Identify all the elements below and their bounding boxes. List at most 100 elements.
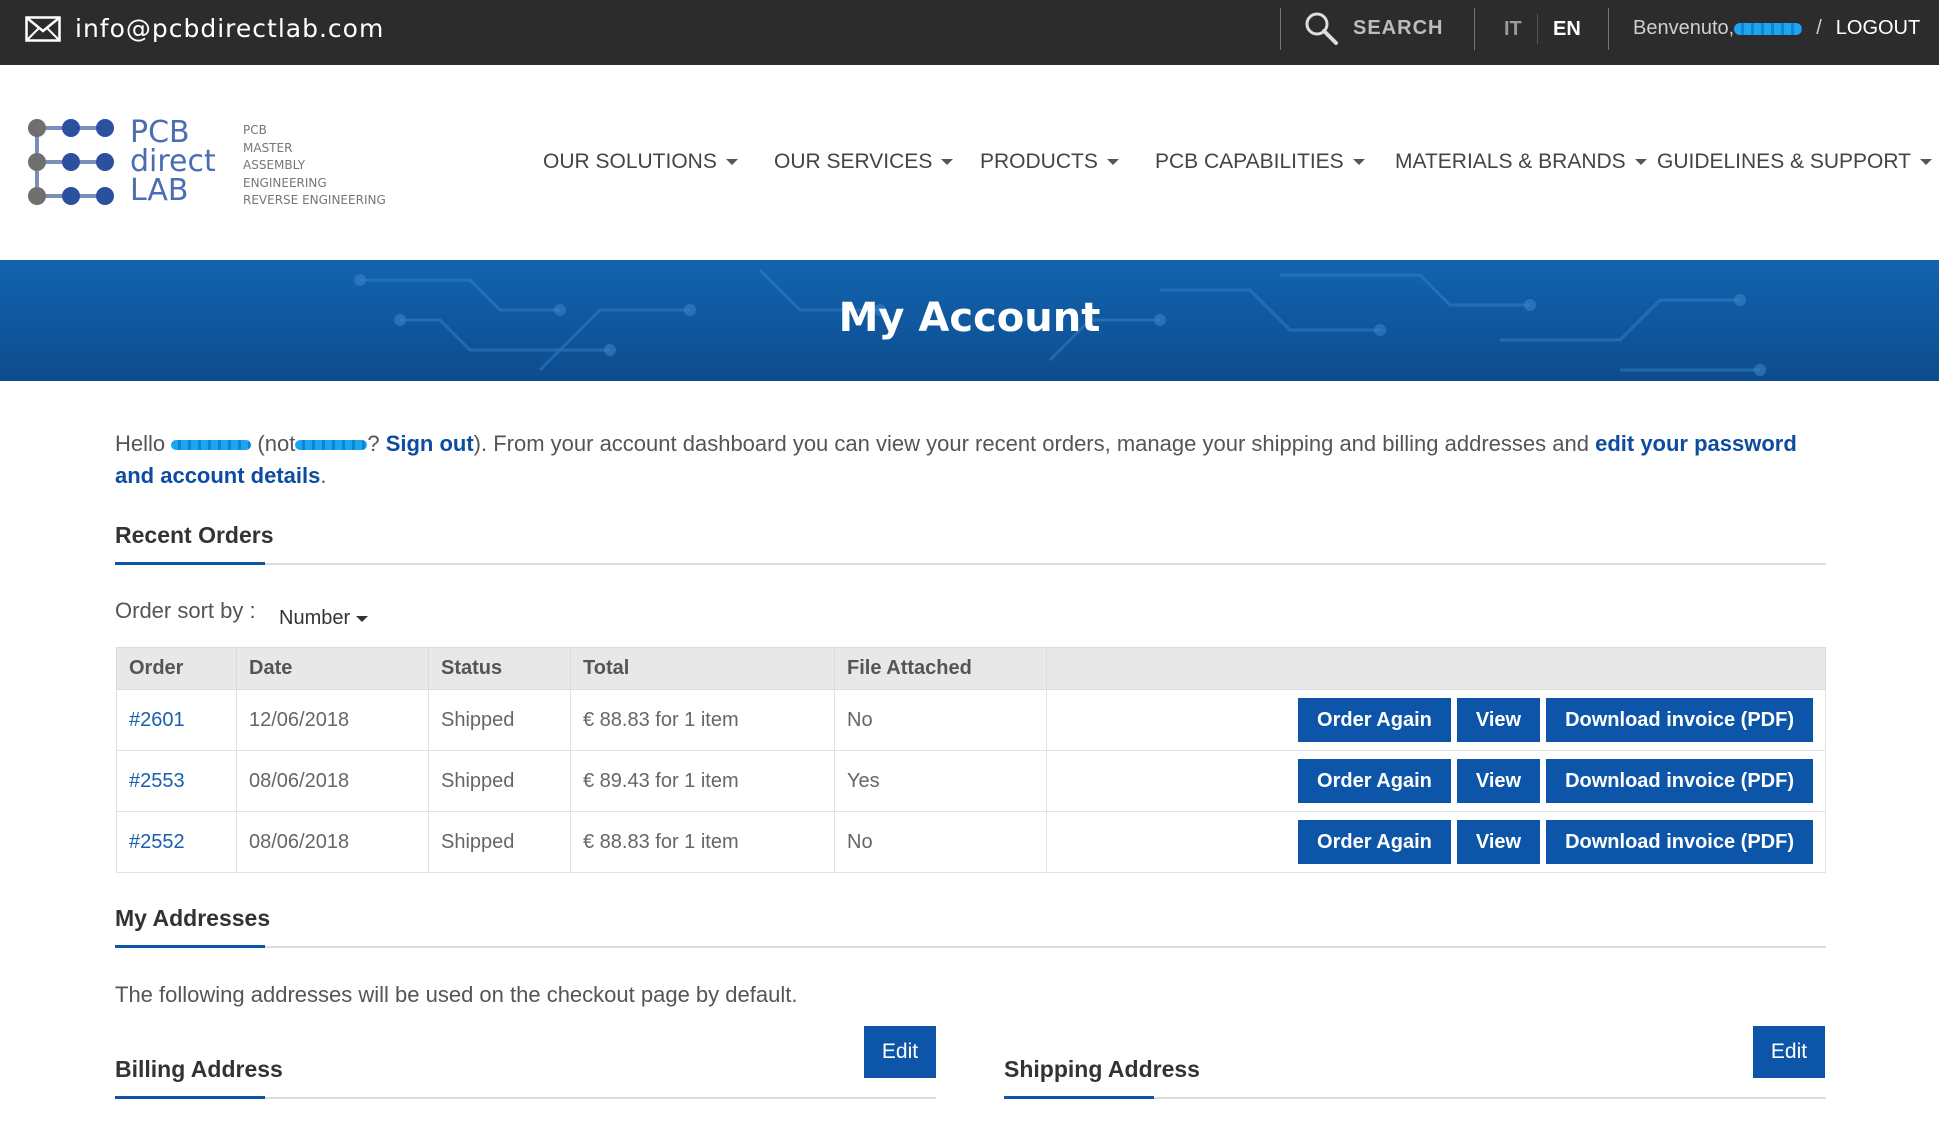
nav-label: PCB CAPABILITIES xyxy=(1155,150,1344,173)
order-status: Shipped xyxy=(428,811,571,873)
order-again-button[interactable]: Order Again xyxy=(1298,698,1451,742)
logo-line: PCB xyxy=(130,115,190,150)
edit-billing-button[interactable]: Edit xyxy=(864,1026,936,1078)
redacted-username xyxy=(1734,22,1803,35)
order-number-link[interactable]: #2552 xyxy=(116,811,237,873)
order-actions: Order Again View Download invoice (PDF) xyxy=(1046,689,1826,751)
view-button[interactable]: View xyxy=(1456,698,1541,742)
intro-text: ). From your account dashboard you can v… xyxy=(473,431,1589,456)
redacted-username xyxy=(171,440,252,451)
chevron-down-icon xyxy=(1352,159,1365,165)
order-actions: Order Again View Download invoice (PDF) xyxy=(1046,811,1826,873)
contact-email[interactable]: info@pcbdirectlab.com xyxy=(25,14,384,43)
divider xyxy=(1608,8,1609,50)
nav-products[interactable]: PRODUCTS xyxy=(980,150,1119,174)
main-nav: OUR SOLUTIONS OUR SERVICES PRODUCTS PCB … xyxy=(0,150,1939,180)
order-status: Shipped xyxy=(428,750,571,812)
search-icon xyxy=(1305,12,1338,45)
nav-our-services[interactable]: OUR SERVICES xyxy=(774,150,954,174)
page-banner: My Account xyxy=(0,260,1939,381)
order-number-link[interactable]: #2553 xyxy=(116,750,237,812)
top-bar: info@pcbdirectlab.com SEARCH IT EN Benve… xyxy=(0,0,1939,65)
sort-label: Order sort by : xyxy=(115,598,256,623)
recent-orders-heading: Recent Orders xyxy=(115,522,274,548)
nav-materials-brands[interactable]: MATERIALS & BRANDS xyxy=(1395,150,1647,174)
order-total: € 88.83 for 1 item xyxy=(570,689,835,751)
nav-label: OUR SOLUTIONS xyxy=(543,150,717,173)
column-header: Date xyxy=(236,647,429,690)
tagline-line: REVERSE ENGINEERING xyxy=(243,193,386,207)
welcome-text: Benvenuto, xyxy=(1633,17,1735,39)
order-file-attached: No xyxy=(834,689,1047,751)
order-status: Shipped xyxy=(428,689,571,751)
account-intro: Hello (not? Sign out). From your account… xyxy=(115,428,1830,492)
nav-label: MATERIALS & BRANDS xyxy=(1395,150,1626,173)
email-text: info@pcbdirectlab.com xyxy=(75,14,385,43)
tagline-line: PCB xyxy=(243,123,267,137)
download-invoice-button[interactable]: Download invoice (PDF) xyxy=(1546,759,1813,803)
nav-guidelines-support[interactable]: GUIDELINES & SUPPORT xyxy=(1657,150,1933,174)
order-file-attached: Yes xyxy=(834,750,1047,812)
chevron-down-icon xyxy=(725,159,738,165)
column-header: Total xyxy=(570,647,835,690)
order-date: 08/06/2018 xyxy=(236,750,429,812)
section-divider xyxy=(115,562,1826,565)
order-total: € 88.83 for 1 item xyxy=(570,811,835,873)
order-date: 08/06/2018 xyxy=(236,811,429,873)
column-header xyxy=(1046,647,1826,690)
orders-table: Order Date Status Total File Attached #2… xyxy=(116,647,1826,873)
redacted-username xyxy=(295,440,368,451)
sort-value: Number xyxy=(279,607,351,629)
section-divider xyxy=(1004,1096,1826,1099)
order-file-attached: No xyxy=(834,811,1047,873)
edit-shipping-button[interactable]: Edit xyxy=(1753,1026,1825,1078)
lang-it-link[interactable]: IT xyxy=(1504,18,1522,41)
order-again-button[interactable]: Order Again xyxy=(1298,759,1451,803)
section-divider xyxy=(115,1096,936,1099)
divider-accent xyxy=(115,945,265,948)
addresses-note: The following addresses will be used on … xyxy=(115,982,798,1007)
question-mark: ? xyxy=(367,431,380,456)
nav-label: PRODUCTS xyxy=(980,150,1098,173)
chevron-down-icon xyxy=(1920,159,1933,165)
chevron-down-icon xyxy=(1634,159,1647,165)
mail-icon xyxy=(25,15,61,42)
order-actions: Order Again View Download invoice (PDF) xyxy=(1046,750,1826,812)
order-date: 12/06/2018 xyxy=(236,689,429,751)
nav-our-solutions[interactable]: OUR SOLUTIONS xyxy=(543,150,738,174)
nav-label: OUR SERVICES xyxy=(774,150,933,173)
logout-link[interactable]: LOGOUT xyxy=(1836,17,1920,40)
divider-accent xyxy=(1004,1096,1154,1099)
column-header: Status xyxy=(428,647,571,690)
column-header: File Attached xyxy=(834,647,1047,690)
lang-en-link[interactable]: EN xyxy=(1553,18,1581,41)
chevron-down-icon xyxy=(941,159,954,165)
divider-accent xyxy=(115,1096,265,1099)
sign-out-label: Sign out xyxy=(385,431,474,456)
download-invoice-button[interactable]: Download invoice (PDF) xyxy=(1546,698,1813,742)
download-invoice-button[interactable]: Download invoice (PDF) xyxy=(1546,820,1813,864)
divider xyxy=(1474,8,1475,50)
page-title: My Account xyxy=(838,295,1101,341)
sort-dropdown[interactable]: Number xyxy=(279,607,369,630)
order-number-link[interactable]: #2601 xyxy=(116,689,237,751)
separator: / xyxy=(1816,17,1822,39)
my-addresses-heading: My Addresses xyxy=(115,905,271,931)
order-total: € 89.43 for 1 item xyxy=(570,750,835,812)
logo-line: LAB xyxy=(130,173,189,208)
chevron-down-icon xyxy=(356,615,369,622)
divider-accent xyxy=(115,562,265,565)
view-button[interactable]: View xyxy=(1456,759,1541,803)
hello-text: Hello xyxy=(115,431,166,456)
view-button[interactable]: View xyxy=(1456,820,1541,864)
not-text: (not xyxy=(257,431,296,456)
order-again-button[interactable]: Order Again xyxy=(1298,820,1451,864)
chevron-down-icon xyxy=(1106,159,1119,165)
billing-address-heading: Billing Address xyxy=(115,1056,283,1082)
user-greeting: Benvenuto, / LOGOUT xyxy=(1633,17,1920,40)
divider xyxy=(1280,8,1281,50)
search-button[interactable]: SEARCH xyxy=(1303,10,1443,46)
period: . xyxy=(320,463,327,488)
sign-out-link[interactable]: Sign out xyxy=(386,431,474,456)
nav-pcb-capabilities[interactable]: PCB CAPABILITIES xyxy=(1155,150,1365,174)
